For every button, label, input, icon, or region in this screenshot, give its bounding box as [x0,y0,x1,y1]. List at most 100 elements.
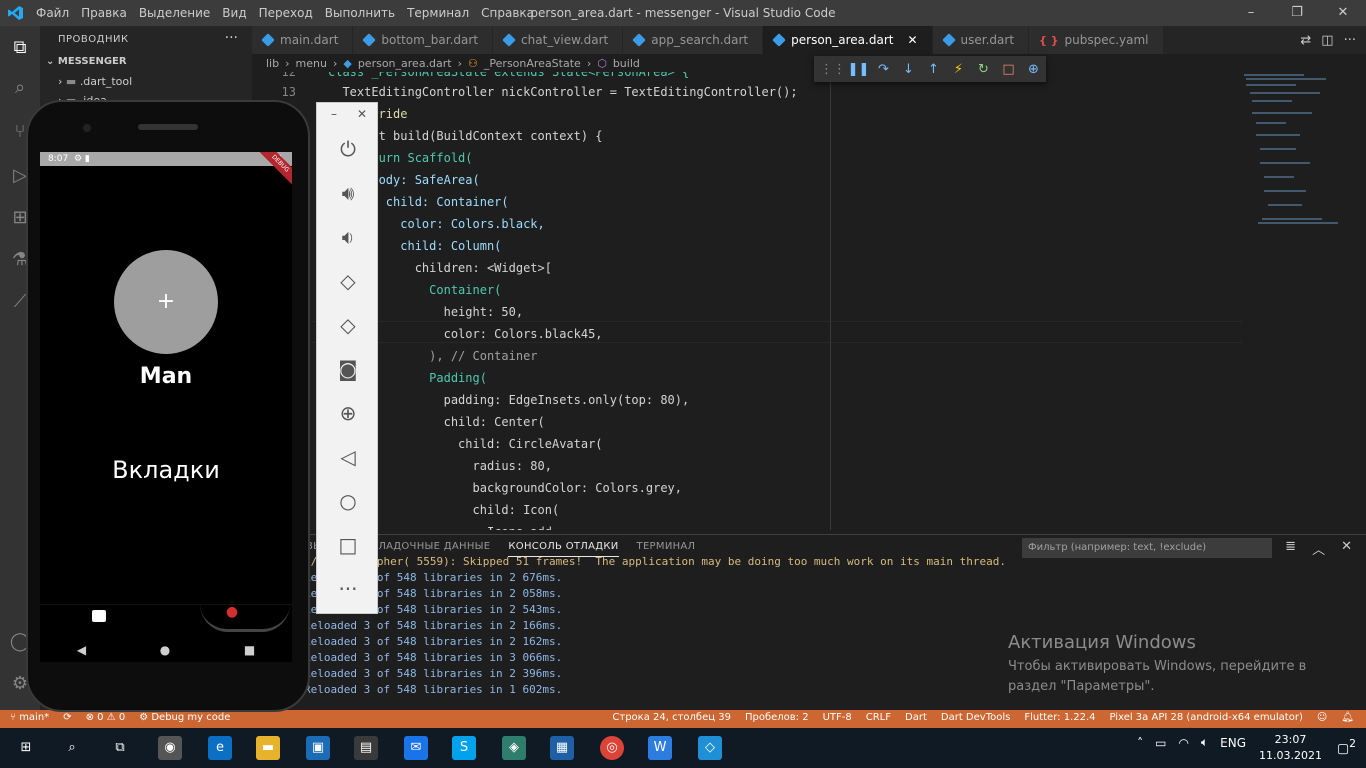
stop-icon[interactable]: □ [996,62,1021,77]
menu-view[interactable]: Вид [222,6,246,20]
menu-edit[interactable]: Правка [81,6,127,20]
problems-indicator[interactable]: ⊗ 0 ⚠ 0 [86,712,126,723]
mail-icon[interactable]: ✉ [404,736,428,760]
camera-app-icon[interactable]: ◉ [158,736,182,760]
back-icon[interactable]: ◁ [317,445,379,469]
close-icon[interactable]: ✕ [1320,0,1366,26]
split-editor-icon[interactable]: ◫ [1321,33,1333,48]
wifi-icon[interactable]: ◠ [1178,736,1188,750]
breadcrumb-file[interactable]: person_area.dart [358,57,452,70]
home-icon[interactable]: ● [160,643,170,657]
inspect-widget-icon[interactable]: ⊕ [1021,62,1046,77]
menu-terminal[interactable]: Терминал [407,6,469,20]
network-icon[interactable]: ▭ [1155,736,1166,750]
volume-down-icon[interactable]: 🔉︎ [317,225,379,249]
windows-start-icon[interactable]: ⊞ [14,736,38,760]
zoom-icon[interactable]: ⊕ [317,401,379,425]
step-out-icon[interactable]: ↑ [921,62,946,77]
breadcrumb-class[interactable]: _PersonAreaState [484,57,581,70]
menu-run[interactable]: Выполнить [325,6,395,20]
git-app-icon[interactable]: ◈ [502,736,526,760]
edge-icon[interactable]: e [208,736,232,760]
more-icon[interactable]: ··· [1344,33,1356,48]
keyboard-language[interactable]: ENG [1220,736,1246,750]
breadcrumb-lib[interactable]: lib [266,57,279,70]
back-icon[interactable]: ◀ [77,643,86,657]
pause-icon[interactable]: ❚❚ [846,62,871,77]
chrome-icon[interactable]: ◎ [600,736,624,760]
tab-pubspec-yaml[interactable]: { } pubspec.yaml [1029,26,1164,54]
office-icon[interactable]: ▦ [550,736,574,760]
step-over-icon[interactable]: ↷ [871,62,896,77]
debug-config[interactable]: ⚙ Debug my code [139,712,230,723]
search-icon[interactable]: ⌕ [8,76,32,100]
tab-chat-view-dart[interactable]: chat_view.dart [493,26,624,54]
device-selector[interactable]: Pixel 3a API 28 (android-x64 emulator) [1110,712,1303,723]
breadcrumb-method[interactable]: build [613,57,640,70]
menu-file[interactable]: Файл [36,6,69,20]
minimap[interactable] [1242,72,1352,530]
chevron-up-icon[interactable]: ˄ [1137,736,1143,750]
code-editor[interactable]: 12 class _PersonAreaState extends State<P… [252,72,1242,530]
minimize-emulator-icon[interactable]: – [331,107,337,121]
tab-app-search-dart[interactable]: app_search.dart [623,26,764,54]
dart-devtools[interactable]: Dart DevTools [941,712,1010,723]
minimize-icon[interactable]: – [1228,0,1274,26]
hot-reload-icon[interactable]: ⚡ [946,62,971,77]
rotate-right-icon[interactable]: ◇ [317,313,379,337]
more-actions-icon[interactable]: ··· [225,30,238,46]
more-icon[interactable]: ··· [317,577,379,601]
screenshot-icon[interactable]: ◙ [317,357,379,381]
bell-icon[interactable]: 🔔︎ [1341,712,1354,723]
compare-icon[interactable]: ⇄ [1300,33,1311,48]
tab-person-area-dart[interactable]: person_area.dart ✕ [763,26,933,54]
system-clock[interactable]: 23:07 11.03.2021 [1259,732,1322,764]
restart-icon[interactable]: ↻ [971,62,996,77]
restore-icon[interactable]: ❐ [1274,0,1320,26]
vscode-taskbar-icon[interactable]: ◇ [698,736,722,760]
file-explorer-icon[interactable]: ▬ [256,736,280,760]
menu-help[interactable]: Справка [481,6,534,20]
store-icon[interactable]: ▤ [354,736,378,760]
power-icon[interactable]: ⏻ [317,137,379,161]
phone-screen[interactable]: 8:07 ⚙ ▮▼▮ DEBUG + Man Вкладки ● ◀ ● ■ [40,152,292,662]
menu-go[interactable]: Переход [259,6,313,20]
overview-icon[interactable]: □ [317,533,379,557]
person-icon[interactable]: ● [224,604,240,620]
close-emulator-icon[interactable]: ✕ [357,107,367,121]
clear-console-icon[interactable]: ≣ [1285,539,1296,558]
avatar[interactable]: + [114,250,218,354]
maximize-panel-icon[interactable]: ︿ [1312,539,1325,558]
indentation[interactable]: Пробелов: 2 [745,712,809,723]
encoding[interactable]: UTF-8 [823,712,852,723]
tree-item-dart-tool[interactable]: › ▬ .dart_tool [58,75,132,88]
home-icon[interactable]: ○ [317,489,379,513]
cursor-position[interactable]: Строка 24, столбец 39 [612,712,731,723]
tab-user-dart[interactable]: user.dart [932,26,1030,54]
branch-indicator[interactable]: ⑂ main* [10,712,49,723]
volume-icon[interactable]: 🔈︎ [1201,735,1208,750]
tab-bottom-bar-dart[interactable]: bottom_bar.dart [353,26,494,54]
sync-icon[interactable]: ⟳ [63,712,71,723]
drag-handle-icon[interactable]: ⋮⋮ [820,62,846,77]
explorer-icon[interactable]: ⧉ [8,36,32,60]
close-tab-icon[interactable]: ✕ [907,33,917,47]
notification-center-icon[interactable]: ▢2 [1337,737,1356,756]
search-icon[interactable]: ⌕ [60,736,84,760]
rotate-left-icon[interactable]: ◇ [317,269,379,293]
recents-icon[interactable]: ■ [244,643,255,657]
skype-icon[interactable]: S [452,736,476,760]
task-view-icon[interactable]: ⧉ [108,736,132,760]
feedback-icon[interactable]: ☺ [1317,712,1327,723]
close-panel-icon[interactable]: ✕ [1341,539,1352,558]
app-icon[interactable]: ▣ [306,736,330,760]
flutter-version[interactable]: Flutter: 1.22.4 [1024,712,1095,723]
menu-selection[interactable]: Выделение [139,6,210,20]
chat-icon[interactable] [92,610,106,622]
console-filter-input[interactable]: Фильтр (например: text, !exclude) [1022,538,1272,558]
language-mode[interactable]: Dart [905,712,927,723]
volume-up-icon[interactable]: 🔊︎ [317,181,379,205]
breadcrumb-menu[interactable]: menu [296,57,327,70]
project-folder[interactable]: ⌄ MESSENGER [46,56,127,67]
tab-main-dart[interactable]: main.dart [252,26,354,54]
